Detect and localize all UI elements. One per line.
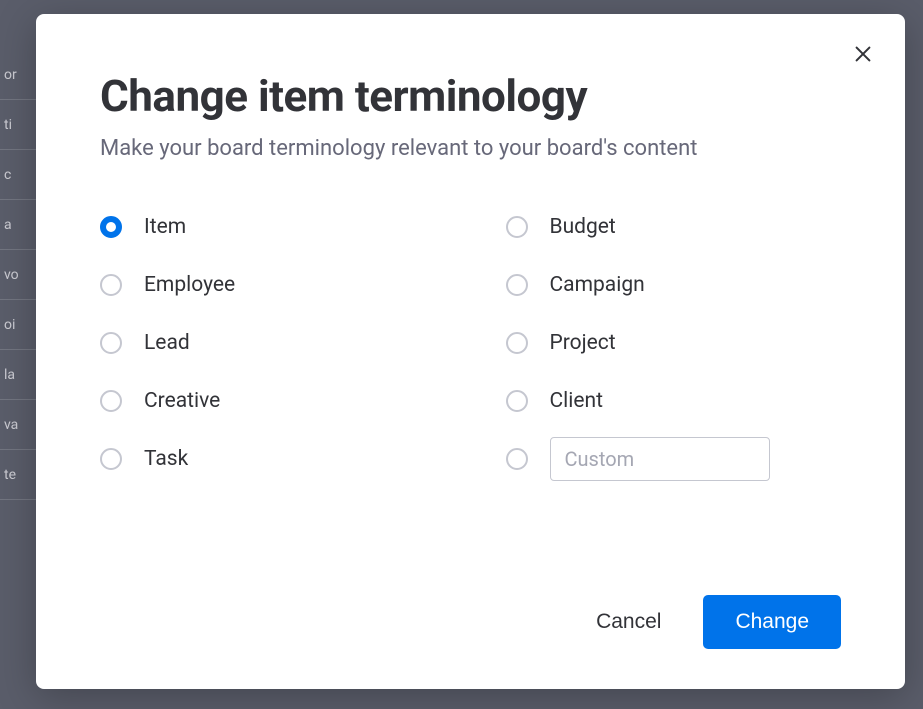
close-button[interactable]	[847, 38, 879, 70]
bg-row: ti	[0, 100, 40, 150]
radio-label: Client	[550, 389, 603, 413]
options-column-2: Budget Campaign Project Client	[506, 211, 842, 475]
options-column-1: Item Employee Lead Creative Task	[100, 211, 436, 475]
radio-icon	[506, 448, 528, 470]
terminology-options: Item Employee Lead Creative Task B	[100, 211, 841, 475]
bg-row: c	[0, 150, 40, 200]
radio-option-item[interactable]: Item	[100, 211, 436, 243]
radio-option-budget[interactable]: Budget	[506, 211, 842, 243]
radio-icon	[506, 274, 528, 296]
modal-subtitle: Make your board terminology relevant to …	[100, 136, 841, 161]
bg-row: va	[0, 400, 40, 450]
radio-option-creative[interactable]: Creative	[100, 385, 436, 417]
bg-row: vo	[0, 250, 40, 300]
background-list: or ti c a vo oi la va te	[0, 0, 40, 709]
radio-option-employee[interactable]: Employee	[100, 269, 436, 301]
radio-label: Creative	[144, 389, 220, 413]
radio-icon	[100, 274, 122, 296]
radio-option-client[interactable]: Client	[506, 385, 842, 417]
bg-row: la	[0, 350, 40, 400]
bg-row: oi	[0, 300, 40, 350]
radio-label: Item	[144, 215, 186, 239]
radio-icon	[506, 390, 528, 412]
radio-option-lead[interactable]: Lead	[100, 327, 436, 359]
change-terminology-modal: Change item terminology Make your board …	[36, 14, 905, 689]
radio-label: Budget	[550, 215, 616, 239]
cancel-button[interactable]: Cancel	[586, 598, 671, 646]
radio-label: Project	[550, 331, 616, 355]
radio-option-custom[interactable]	[506, 443, 842, 475]
radio-icon	[100, 390, 122, 412]
bg-row: te	[0, 450, 40, 500]
radio-label: Employee	[144, 273, 235, 297]
radio-label: Task	[144, 447, 188, 471]
bg-row: a	[0, 200, 40, 250]
radio-icon	[506, 216, 528, 238]
radio-icon	[100, 332, 122, 354]
close-icon	[852, 43, 874, 65]
change-button[interactable]: Change	[703, 595, 841, 649]
radio-option-project[interactable]: Project	[506, 327, 842, 359]
radio-option-campaign[interactable]: Campaign	[506, 269, 842, 301]
radio-icon	[506, 332, 528, 354]
modal-title: Change item terminology	[100, 70, 841, 122]
custom-terminology-input[interactable]	[550, 437, 770, 481]
radio-label: Campaign	[550, 273, 645, 297]
radio-icon	[100, 216, 122, 238]
bg-row: or	[0, 50, 40, 100]
modal-footer: Cancel Change	[586, 595, 841, 649]
radio-label: Lead	[144, 331, 190, 355]
radio-icon	[100, 448, 122, 470]
radio-option-task[interactable]: Task	[100, 443, 436, 475]
